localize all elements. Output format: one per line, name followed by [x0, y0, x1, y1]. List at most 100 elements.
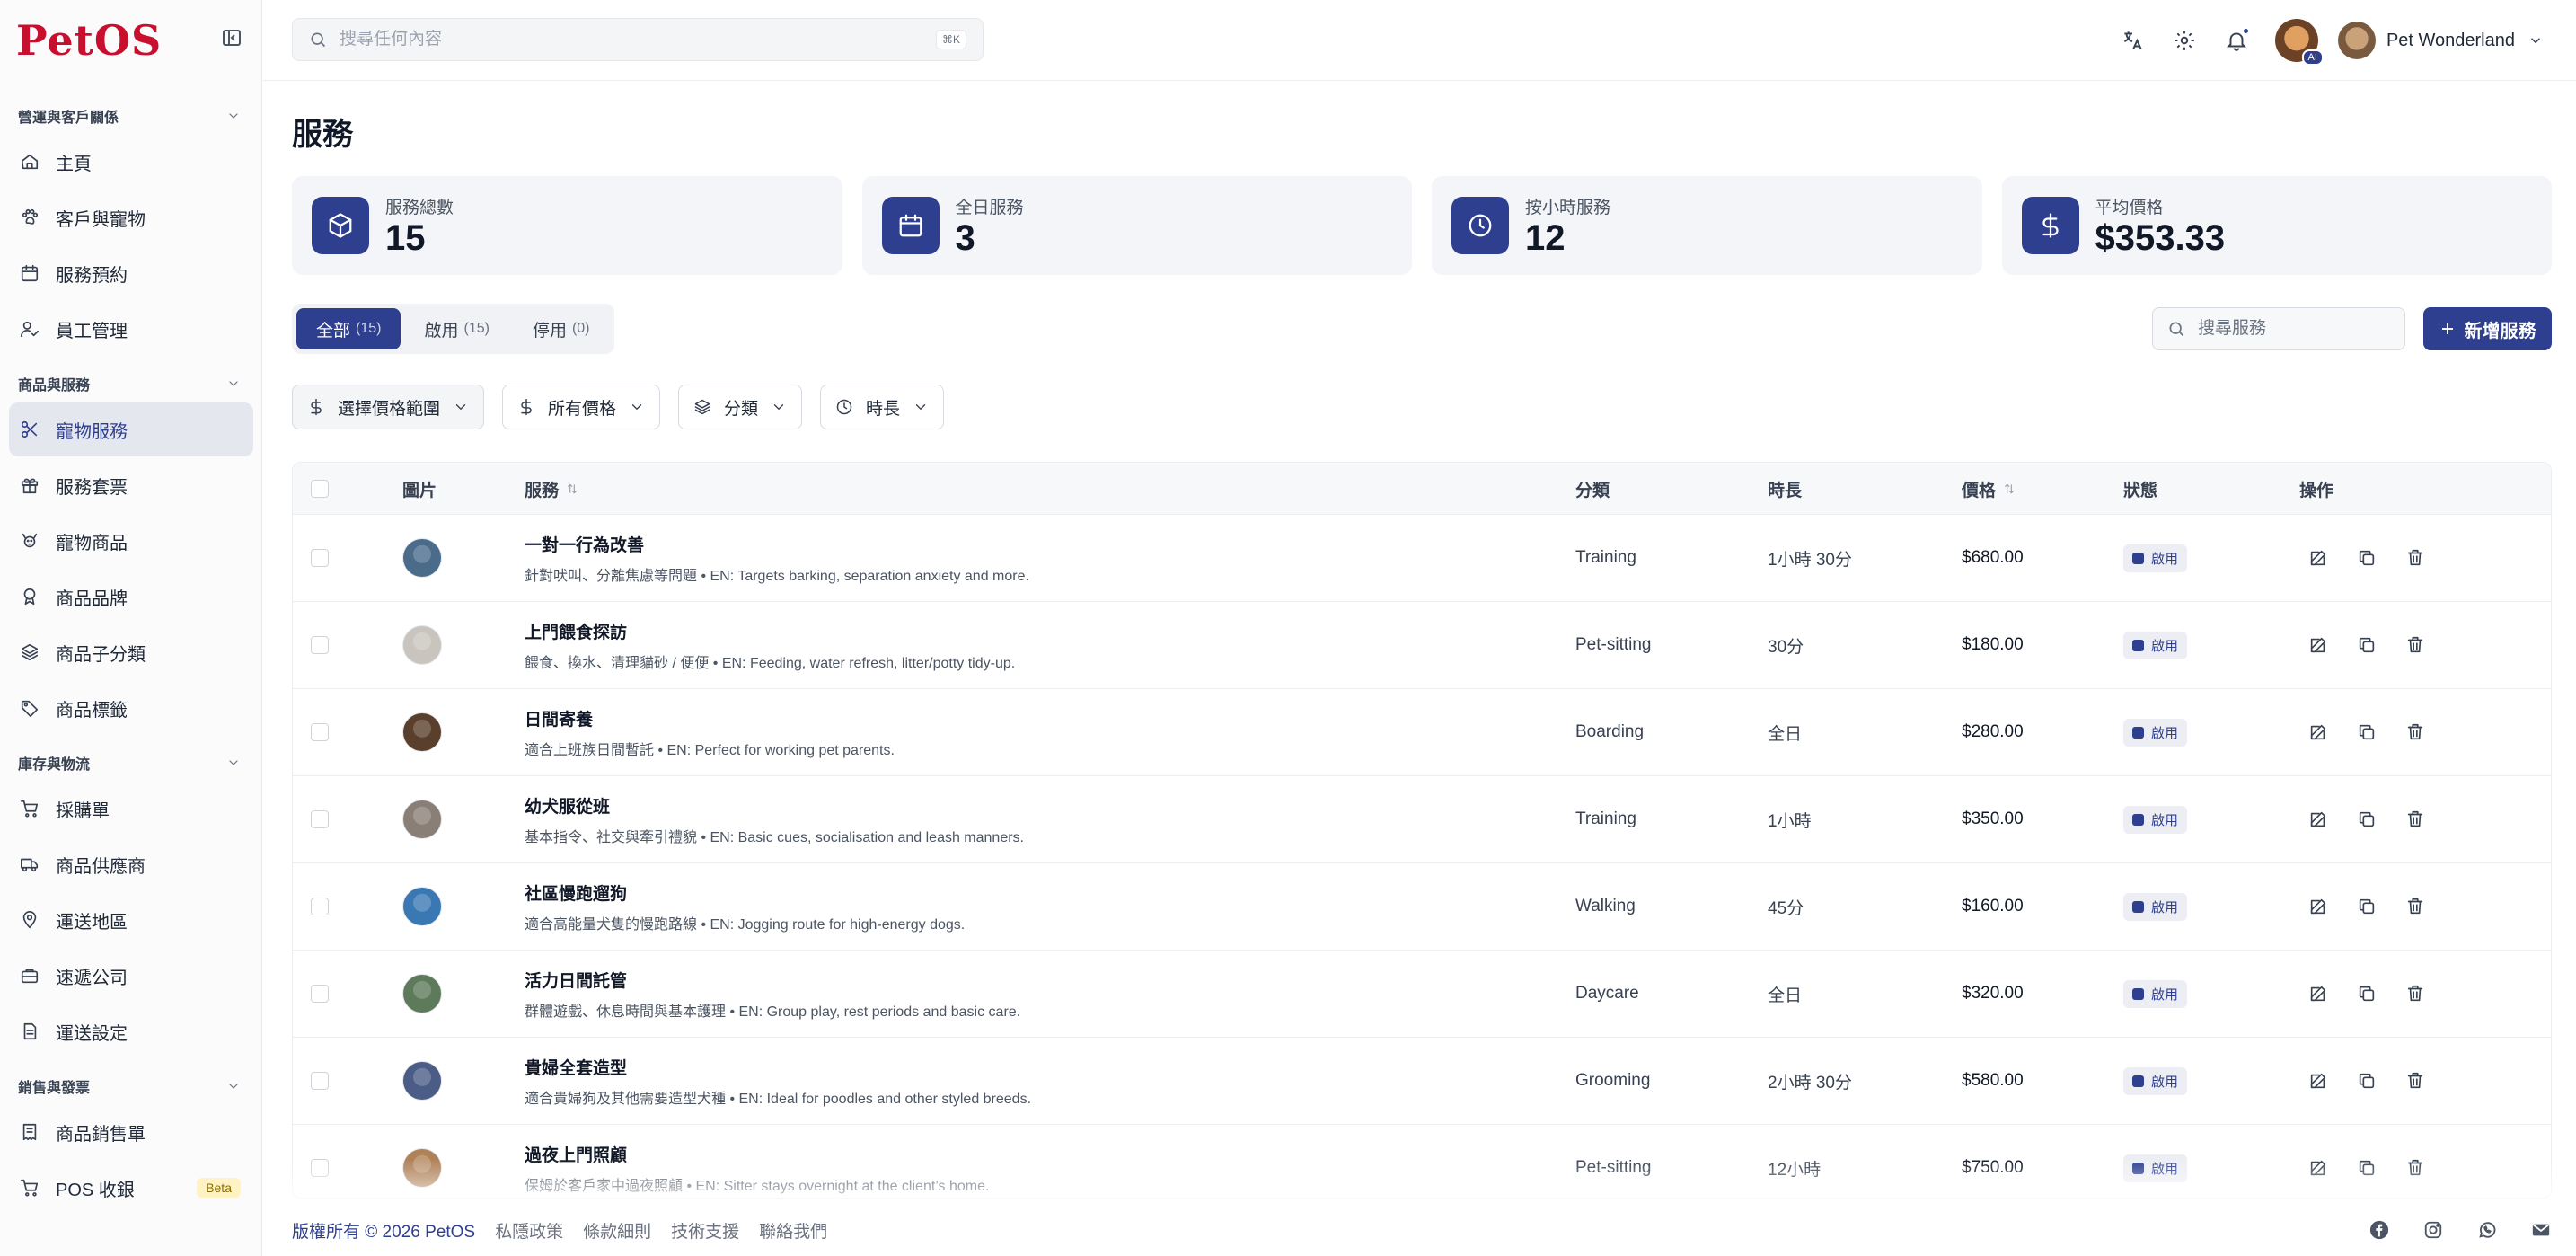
table-row[interactable]: 上門餵食探訪 餵食、換水、清理貓砂 / 便便 • EN: Feeding, wat…	[293, 602, 2551, 689]
table-row[interactable]: 社區慢跑遛狗 適合高能量犬隻的慢跑路線 • EN: Jogging route f…	[293, 863, 2551, 951]
sort-icon[interactable]	[2003, 482, 2016, 495]
nav-group-0[interactable]: 營運與客戶關係	[0, 99, 262, 133]
chevron-down-icon[interactable]	[226, 1079, 241, 1093]
filter-2[interactable]: 分類	[678, 385, 803, 429]
tab-1[interactable]: 啟用 (15)	[404, 308, 508, 349]
service-name[interactable]: 上門餵食探訪	[525, 619, 627, 643]
filter-1[interactable]: 所有價格	[502, 385, 661, 429]
trash-icon[interactable]	[2405, 1071, 2425, 1091]
row-checkbox[interactable]	[311, 898, 329, 915]
edit-icon[interactable]	[2308, 635, 2328, 655]
footer-link-support[interactable]: 技術支援	[671, 1218, 739, 1243]
chevron-down-icon[interactable]	[226, 109, 241, 123]
copy-icon[interactable]	[2357, 984, 2377, 1004]
instagram-icon[interactable]	[2423, 1220, 2443, 1240]
copy-icon[interactable]	[2357, 809, 2377, 829]
sidebar-item-truck[interactable]: 商品供應商	[9, 837, 253, 891]
table-row[interactable]: 幼犬服從班 基本指令、社交與牽引禮貌 • EN: Basic cues, soci…	[293, 776, 2551, 863]
sidebar-item-paw[interactable]: 客戶與寵物	[9, 190, 253, 244]
global-search[interactable]: ⌘K	[292, 18, 984, 61]
sort-icon[interactable]	[566, 482, 578, 495]
user-avatar[interactable]	[2337, 22, 2376, 59]
logo[interactable]: PetOS	[16, 16, 162, 65]
footer-link-contact[interactable]: 聯絡我們	[759, 1218, 827, 1243]
sidebar-item-home[interactable]: 主頁	[9, 135, 253, 189]
chevron-down-icon[interactable]	[226, 376, 241, 391]
tab-0[interactable]: 全部 (15)	[296, 308, 401, 349]
sidebar-item-map-pin[interactable]: 運送地區	[9, 893, 253, 947]
filter-0[interactable]: 選擇價格範圍	[292, 385, 485, 429]
trash-icon[interactable]	[2405, 635, 2425, 655]
service-name[interactable]: 日間寄養	[525, 706, 593, 730]
header-price[interactable]: 價格	[1962, 463, 2016, 515]
user-name[interactable]: Pet Wonderland	[2386, 31, 2515, 51]
whatsapp-icon[interactable]	[2477, 1220, 2497, 1240]
gear-icon[interactable]	[2173, 29, 2196, 52]
edit-icon[interactable]	[2308, 722, 2328, 742]
nav-group-1[interactable]: 商品與服務	[0, 367, 262, 401]
edit-icon[interactable]	[2308, 809, 2328, 829]
sidebar-item-dog[interactable]: 寵物商品	[9, 514, 253, 568]
nav-group-2[interactable]: 庫存與物流	[0, 746, 262, 780]
row-checkbox[interactable]	[311, 549, 329, 567]
row-checkbox[interactable]	[311, 723, 329, 741]
sidebar-item-layers[interactable]: 商品子分類	[9, 625, 253, 679]
sidebar-item-cart[interactable]: 採購單	[9, 782, 253, 836]
service-search-input[interactable]	[2198, 319, 2395, 339]
copy-icon[interactable]	[2357, 722, 2377, 742]
sidebar-item-receipt[interactable]: 商品銷售單	[9, 1105, 253, 1159]
row-checkbox[interactable]	[311, 810, 329, 828]
row-checkbox[interactable]	[311, 1072, 329, 1090]
trash-icon[interactable]	[2405, 897, 2425, 916]
header-service[interactable]: 服務	[525, 463, 578, 515]
edit-icon[interactable]	[2308, 897, 2328, 916]
sidebar-item-cart[interactable]: POS 收銀 Beta	[9, 1161, 253, 1215]
copy-icon[interactable]	[2357, 635, 2377, 655]
nav-group-3[interactable]: 銷售與發票	[0, 1069, 262, 1103]
edit-icon[interactable]	[2308, 1071, 2328, 1091]
sidebar-item-gift[interactable]: 服務套票	[9, 458, 253, 512]
copy-icon[interactable]	[2357, 548, 2377, 568]
table-row[interactable]: 一對一行為改善 針對吠叫、分離焦慮等問題 • EN: Targets barkin…	[293, 515, 2551, 602]
select-all-checkbox[interactable]	[311, 480, 329, 498]
tab-2[interactable]: 停用 (0)	[513, 308, 610, 349]
sidebar-item-tag[interactable]: 商品標籤	[9, 681, 253, 735]
service-search[interactable]	[2152, 307, 2405, 350]
sidebar-item-scissors[interactable]: 寵物服務	[9, 402, 253, 456]
service-name[interactable]: 貴婦全套造型	[525, 1055, 627, 1079]
sidebar-item-award[interactable]: 商品品牌	[9, 570, 253, 624]
chevron-down-icon[interactable]	[226, 756, 241, 770]
footer-link-privacy[interactable]: 私隱政策	[495, 1218, 563, 1243]
trash-icon[interactable]	[2405, 548, 2425, 568]
ai-assistant-avatar[interactable]: AI	[2274, 19, 2324, 66]
sidebar-item-user-check[interactable]: 員工管理	[9, 302, 253, 356]
copy-icon[interactable]	[2357, 1071, 2377, 1091]
edit-icon[interactable]	[2308, 548, 2328, 568]
copy-icon[interactable]	[2357, 897, 2377, 916]
trash-icon[interactable]	[2405, 722, 2425, 742]
row-checkbox[interactable]	[311, 636, 329, 654]
sidebar-item-document[interactable]: 運送設定	[9, 1004, 253, 1058]
table-row[interactable]: 貴婦全套造型 適合貴婦狗及其他需要造型犬種 • EN: Ideal for poo…	[293, 1038, 2551, 1125]
facebook-icon[interactable]	[2369, 1220, 2389, 1240]
service-name[interactable]: 幼犬服從班	[525, 793, 610, 818]
global-search-input[interactable]	[340, 30, 914, 49]
trash-icon[interactable]	[2405, 984, 2425, 1004]
service-name[interactable]: 活力日間託管	[525, 968, 627, 992]
sidebar-item-calendar[interactable]: 服務預約	[9, 246, 253, 300]
add-service-button[interactable]: 新增服務	[2423, 307, 2552, 350]
translate-icon[interactable]	[2121, 29, 2144, 52]
table-row[interactable]: 日間寄養 適合上班族日間暫託 • EN: Perfect for working …	[293, 689, 2551, 776]
sidebar-item-briefcase[interactable]: 速遞公司	[9, 949, 253, 1003]
edit-icon[interactable]	[2308, 984, 2328, 1004]
filter-3[interactable]: 時長	[820, 385, 945, 429]
table-row[interactable]: 活力日間託管 群體遊戲、休息時間與基本護理 • EN: Group play, r…	[293, 951, 2551, 1038]
chevron-down-icon[interactable]	[2527, 32, 2544, 49]
sidebar-collapse-icon[interactable]	[221, 27, 243, 49]
service-name[interactable]: 一對一行為改善	[525, 532, 644, 556]
bell-icon[interactable]	[2225, 27, 2250, 52]
mail-icon[interactable]	[2531, 1220, 2551, 1240]
row-checkbox[interactable]	[311, 985, 329, 1003]
footer-link-terms[interactable]: 條款細則	[583, 1218, 651, 1243]
service-name[interactable]: 社區慢跑遛狗	[525, 880, 627, 905]
